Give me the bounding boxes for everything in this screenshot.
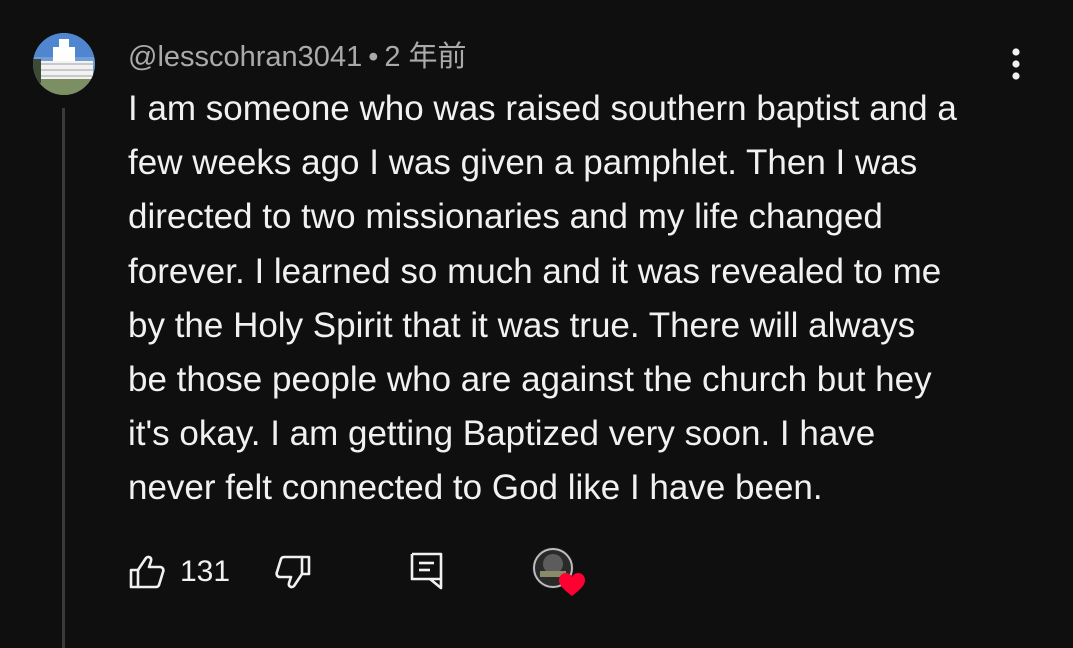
creator-heart-badge [532,547,588,599]
comment-text-line: forever. I learned so much and it was re… [128,251,942,291]
dislike-button[interactable] [274,554,312,595]
comment-item: @lesscohran3041 • 2 年前 I am someone who wa… [0,0,1073,648]
comment-text: I am someone who was raised southern bap… [128,82,1028,516]
like-button[interactable] [128,554,166,595]
reply-button[interactable] [410,552,444,595]
heart-icon [559,573,585,596]
comment-text-line: few weeks ago I was given a pamphlet. Th… [128,143,918,183]
reply-comment-icon [410,552,443,590]
comment-text-line: I am someone who was raised southern bap… [128,89,957,128]
like-count: 131 [180,555,231,588]
thread-line [62,108,65,648]
author-avatar[interactable] [33,33,95,95]
comment-text-line: directed to two missionaries and my life… [128,197,883,237]
author-name[interactable]: @lesscohran3041 [128,41,362,73]
comment-timestamp[interactable]: 2 年前 [384,41,466,73]
meta-separator: • [368,41,379,73]
comment-text-line: by the Holy Spirit that it was true. The… [128,305,916,345]
comment-text-line: be those people who are against the chur… [128,360,932,400]
comment-header: @lesscohran3041 • 2 年前 [128,38,467,76]
thumbs-up-icon [129,555,165,589]
thumbs-down-icon [275,555,311,589]
more-options-button[interactable] [996,40,1036,88]
comment-text-line: never felt connected to God like I have … [128,468,823,508]
more-vertical-icon [1012,48,1020,80]
comment-text-line: it's okay. I am getting Baptized very so… [128,414,876,454]
